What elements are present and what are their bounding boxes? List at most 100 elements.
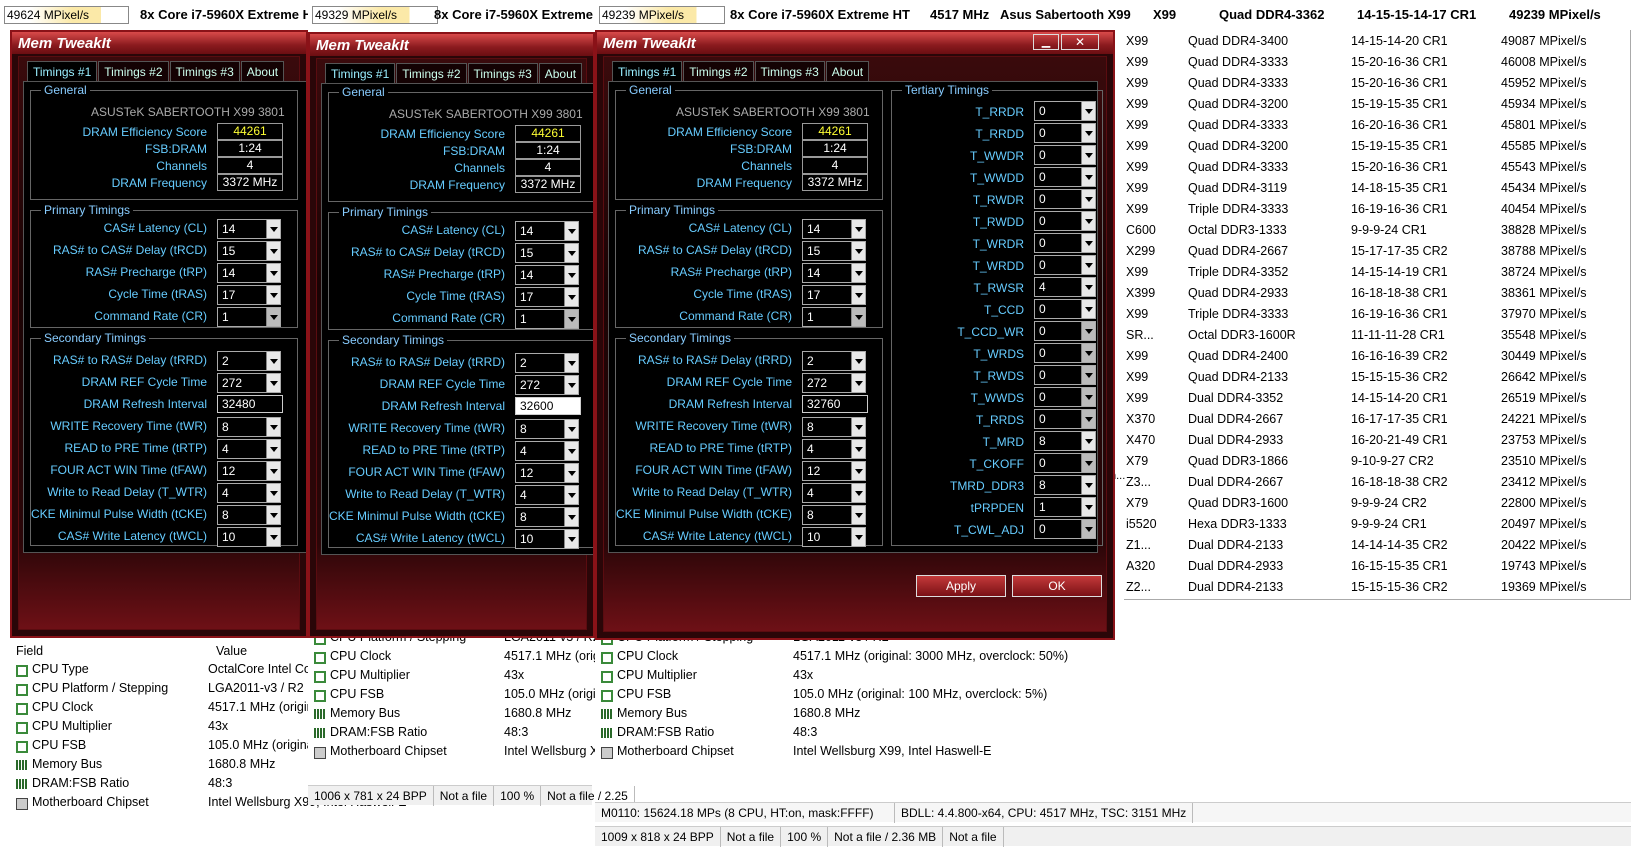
chevron-down-icon[interactable] (851, 440, 865, 458)
tab-timings-2[interactable]: Timings #2 (396, 63, 467, 83)
secondary-select[interactable]: 2 (802, 351, 866, 371)
tab-timings-1[interactable]: Timings #1 (325, 63, 396, 83)
tertiary-select[interactable]: 0 (1034, 299, 1096, 319)
primary-select[interactable]: 14 (802, 219, 866, 239)
secondary-select[interactable]: 10 (802, 527, 866, 547)
chevron-down-icon[interactable] (851, 462, 865, 480)
primary-select[interactable]: 14 (217, 219, 281, 239)
chevron-down-icon[interactable] (564, 486, 578, 504)
primary-select[interactable]: 14 (515, 221, 579, 241)
tertiary-select[interactable]: 0 (1034, 145, 1096, 165)
refresh-interval-input[interactable]: 32480 (217, 395, 283, 413)
chevron-down-icon[interactable] (851, 352, 865, 370)
secondary-select[interactable]: 272 (217, 373, 281, 393)
chevron-down-icon[interactable] (851, 528, 865, 546)
tertiary-select[interactable]: 0 (1034, 101, 1096, 121)
chevron-down-icon[interactable] (266, 220, 280, 238)
chevron-down-icon[interactable] (1081, 300, 1095, 318)
tertiary-select[interactable]: 0 (1034, 233, 1096, 253)
refresh-interval-input[interactable]: 32600 (515, 397, 581, 415)
chevron-down-icon[interactable] (266, 308, 280, 326)
chevron-down-icon[interactable] (266, 374, 280, 392)
close-button[interactable]: ✕ (1061, 34, 1099, 50)
primary-select[interactable]: 1 (217, 307, 281, 327)
chevron-down-icon[interactable] (851, 418, 865, 436)
chevron-down-icon[interactable] (1081, 388, 1095, 406)
tertiary-select[interactable]: 8 (1034, 475, 1096, 495)
tab-timings-2[interactable]: Timings #2 (98, 61, 169, 81)
tertiary-select[interactable]: 0 (1034, 519, 1096, 539)
chevron-down-icon[interactable] (564, 222, 578, 240)
primary-select[interactable]: 17 (802, 285, 866, 305)
secondary-select[interactable]: 12 (515, 463, 579, 483)
chevron-down-icon[interactable] (1081, 432, 1095, 450)
minimize-button[interactable]: ▁ (1033, 34, 1059, 50)
secondary-select[interactable]: 10 (515, 529, 579, 549)
chevron-down-icon[interactable] (1081, 366, 1095, 384)
chevron-down-icon[interactable] (1081, 454, 1095, 472)
primary-select[interactable]: 14 (802, 263, 866, 283)
chevron-down-icon[interactable] (1081, 476, 1095, 494)
tertiary-select[interactable]: 0 (1034, 255, 1096, 275)
tab-about[interactable]: About (538, 63, 583, 83)
tab-timings-3[interactable]: Timings #3 (754, 61, 825, 81)
tab-timings-1[interactable]: Timings #1 (612, 61, 683, 81)
primary-select[interactable]: 15 (515, 243, 579, 263)
chevron-down-icon[interactable] (1081, 410, 1095, 428)
chevron-down-icon[interactable] (564, 376, 578, 394)
tab-timings-1[interactable]: Timings #1 (27, 61, 98, 81)
tertiary-select[interactable]: 0 (1034, 453, 1096, 473)
secondary-select[interactable]: 2 (217, 351, 281, 371)
tertiary-select[interactable]: 0 (1034, 343, 1096, 363)
tertiary-select[interactable]: 0 (1034, 321, 1096, 341)
chevron-down-icon[interactable] (1081, 520, 1095, 538)
secondary-select[interactable]: 4 (802, 483, 866, 503)
chevron-down-icon[interactable] (266, 484, 280, 502)
secondary-select[interactable]: 2 (515, 353, 579, 373)
tertiary-select[interactable]: 0 (1034, 409, 1096, 429)
secondary-select[interactable]: 272 (515, 375, 579, 395)
ok-button[interactable]: OK (1012, 575, 1102, 597)
primary-select[interactable]: 1 (802, 307, 866, 327)
secondary-select[interactable]: 12 (802, 461, 866, 481)
chevron-down-icon[interactable] (851, 374, 865, 392)
chevron-down-icon[interactable] (564, 354, 578, 372)
tertiary-select[interactable]: 0 (1034, 123, 1096, 143)
chevron-down-icon[interactable] (1081, 256, 1095, 274)
chevron-down-icon[interactable] (851, 242, 865, 260)
chevron-down-icon[interactable] (564, 508, 578, 526)
tab-timings-2[interactable]: Timings #2 (683, 61, 754, 81)
chevron-down-icon[interactable] (564, 266, 578, 284)
chevron-down-icon[interactable] (1081, 344, 1095, 362)
secondary-select[interactable]: 4 (217, 439, 281, 459)
tertiary-select[interactable]: 1 (1034, 497, 1096, 517)
secondary-select[interactable]: 12 (217, 461, 281, 481)
apply-button[interactable]: Apply (916, 575, 1006, 597)
chevron-down-icon[interactable] (851, 220, 865, 238)
tertiary-select[interactable]: 0 (1034, 189, 1096, 209)
chevron-down-icon[interactable] (851, 308, 865, 326)
tertiary-select[interactable]: 8 (1034, 431, 1096, 451)
chevron-down-icon[interactable] (266, 418, 280, 436)
secondary-select[interactable]: 4 (217, 483, 281, 503)
chevron-down-icon[interactable] (1081, 498, 1095, 516)
tertiary-select[interactable]: 0 (1034, 211, 1096, 231)
chevron-down-icon[interactable] (1081, 124, 1095, 142)
secondary-select[interactable]: 8 (515, 419, 579, 439)
secondary-select[interactable]: 272 (802, 373, 866, 393)
secondary-select[interactable]: 8 (217, 417, 281, 437)
tab-about[interactable]: About (825, 61, 870, 81)
primary-select[interactable]: 14 (217, 263, 281, 283)
secondary-select[interactable]: 8 (515, 507, 579, 527)
chevron-down-icon[interactable] (266, 462, 280, 480)
chevron-down-icon[interactable] (266, 286, 280, 304)
chevron-down-icon[interactable] (266, 264, 280, 282)
refresh-interval-input[interactable]: 32760 (802, 395, 868, 413)
primary-select[interactable]: 15 (217, 241, 281, 261)
chevron-down-icon[interactable] (1081, 146, 1095, 164)
primary-select[interactable]: 1 (515, 309, 579, 329)
chevron-down-icon[interactable] (564, 442, 578, 460)
secondary-select[interactable]: 8 (217, 505, 281, 525)
chevron-down-icon[interactable] (1081, 322, 1095, 340)
chevron-down-icon[interactable] (266, 440, 280, 458)
